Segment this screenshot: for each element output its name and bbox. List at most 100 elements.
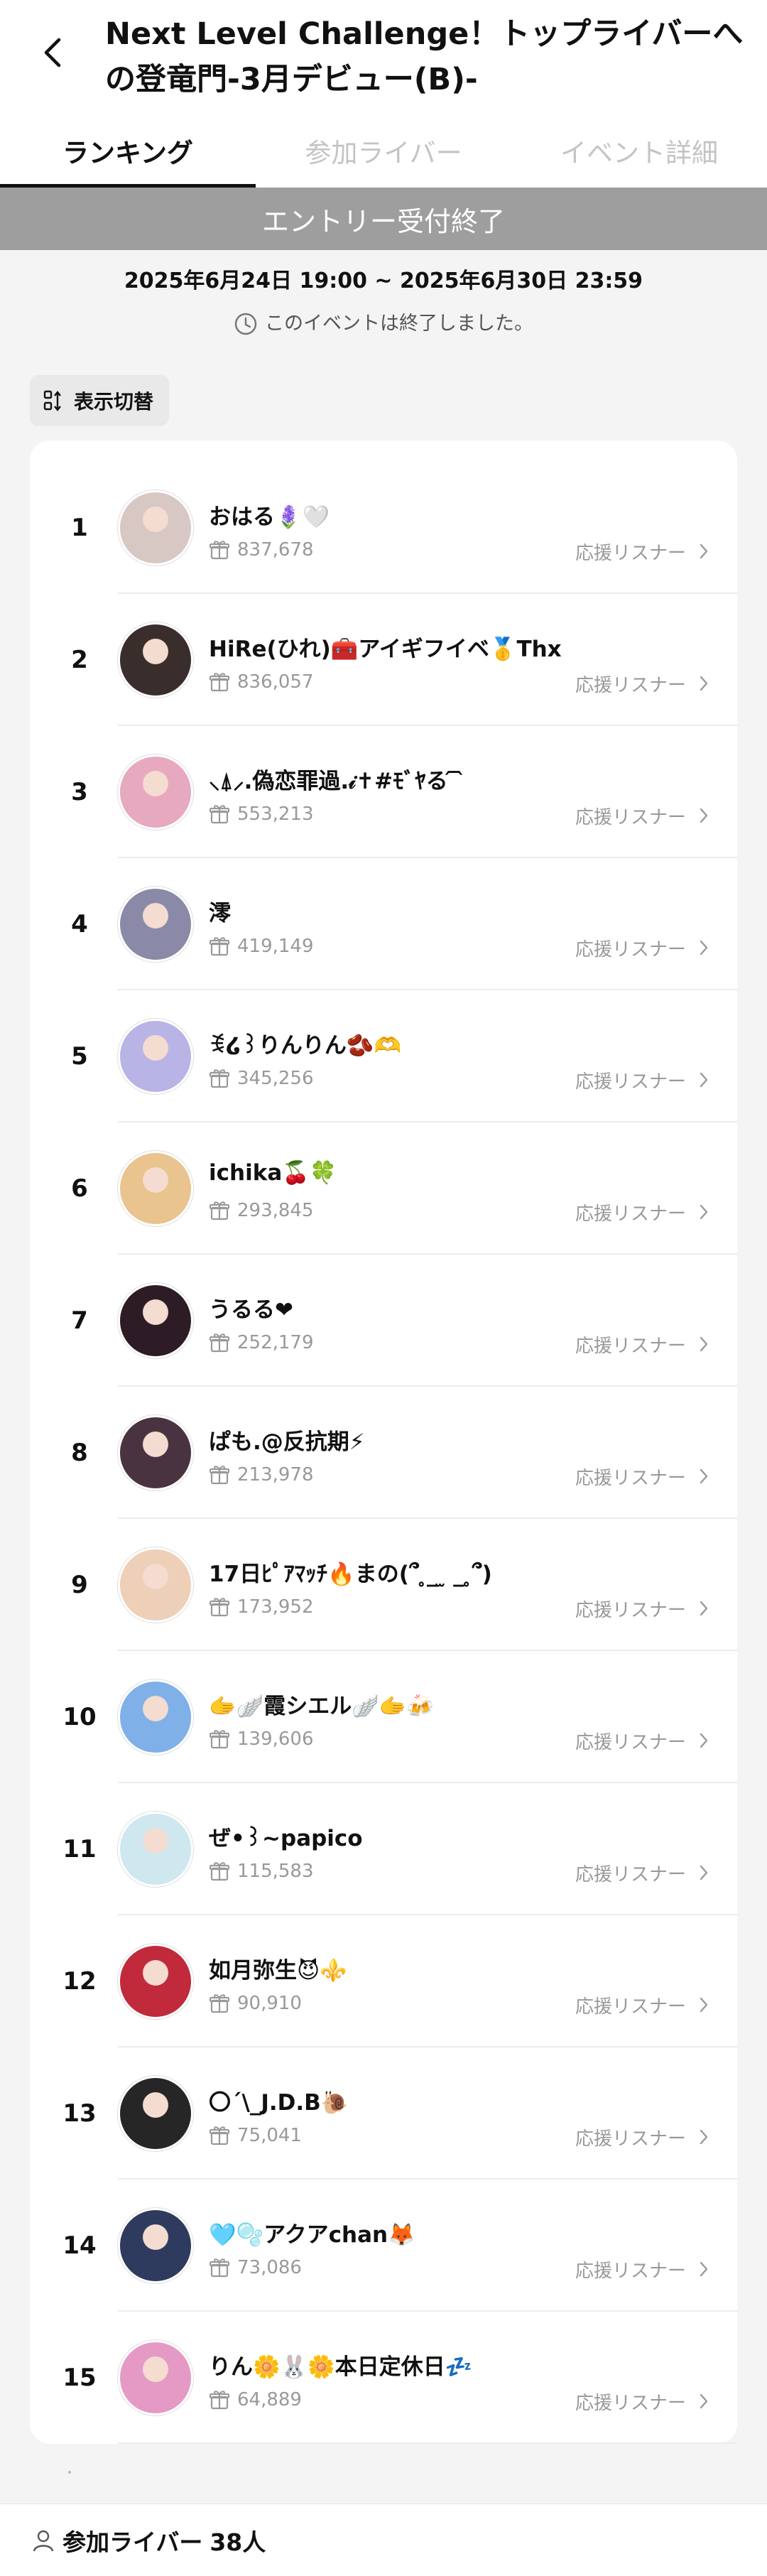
score: 419,149	[209, 933, 314, 959]
avatar[interactable]	[118, 1019, 193, 1094]
gift-icon	[209, 1333, 230, 1353]
avatar[interactable]	[118, 2076, 193, 2151]
liver-name: 如月弥生😈⚜️	[209, 1958, 347, 1984]
supporter-listeners-link[interactable]: 応援リスナー	[575, 1860, 709, 1885]
entry-closed-banner: エントリー受付終了	[0, 188, 767, 250]
supporter-listeners-label: 応援リスナー	[575, 1203, 686, 1225]
rank-number: 2	[71, 646, 88, 674]
supporter-listeners-link[interactable]: 応援リスナー	[575, 2124, 709, 2150]
gift-icon	[209, 1201, 230, 1221]
ranking-row[interactable]: 4 澪 419,149 応援リスナー	[30, 858, 737, 990]
ranking-row[interactable]: 5 ꉂ໒꒱りんりん🫘🫶 345,256 応援リスナー	[30, 990, 737, 1122]
supporter-listeners-link[interactable]: 応援リスナー	[575, 1596, 709, 1621]
supporter-listeners-link[interactable]: 応援リスナー	[575, 1067, 709, 1093]
avatar[interactable]	[118, 1151, 193, 1226]
supporter-listeners-link[interactable]: 応援リスナー	[575, 1992, 709, 2018]
avatar[interactable]	[118, 1944, 193, 2019]
ranking-row[interactable]: 8 ぱも.@反抗期⚡︎ 213,978 応援リスナー	[30, 1387, 737, 1519]
score: 293,845	[209, 1198, 314, 1223]
gift-icon	[209, 937, 230, 956]
gift-icon	[209, 541, 230, 560]
rank-number: 4	[71, 910, 88, 938]
ranking-row[interactable]: 7 うるる❤︎ 252,179 応援リスナー	[30, 1255, 737, 1387]
header: Next Level Challenge！トップライバーへの登竜門-3月デビュー…	[0, 0, 767, 114]
avatar[interactable]	[118, 2340, 193, 2415]
ranking-row[interactable]: 13 〇´\_J.D.B🐌 75,041 応援リスナー	[30, 2047, 737, 2180]
chevron-right-icon	[700, 1072, 708, 1088]
liver-name: 🩵🫧アクアchan🦊	[209, 2222, 415, 2248]
rank-number: 6	[71, 1174, 88, 1203]
rank-number: 1	[71, 514, 88, 542]
display-toggle-label: 表示切替	[74, 390, 154, 413]
avatar[interactable]	[118, 490, 193, 565]
avatar[interactable]	[118, 1679, 193, 1755]
gift-icon	[209, 1069, 230, 1088]
supporter-listeners-link[interactable]: 応援リスナー	[575, 1463, 709, 1489]
avatar[interactable]	[118, 622, 193, 698]
tab-participants[interactable]: 参加ライバー	[256, 114, 511, 188]
supporter-listeners-link[interactable]: 応援リスナー	[575, 671, 709, 696]
gift-icon	[209, 2391, 230, 2410]
gift-icon	[209, 2126, 230, 2145]
avatar[interactable]	[118, 1415, 193, 1490]
supporter-listeners-label: 応援リスナー	[575, 674, 686, 696]
chevron-right-icon	[700, 543, 708, 559]
ranking-row[interactable]: 2 HiRe(ひれ)🧰アイギフイベ🥇Thx 836,057 応援リスナー	[30, 594, 737, 726]
score: 115,583	[209, 1858, 314, 1884]
ranking-row[interactable]: 12 如月弥生😈⚜️ 90,910 応援リスナー	[30, 1915, 737, 2047]
avatar[interactable]	[118, 1283, 193, 1358]
supporter-listeners-link[interactable]: 応援リスナー	[575, 1199, 709, 1225]
avatar[interactable]	[118, 754, 193, 830]
avatar[interactable]	[118, 1547, 193, 1623]
tab-event-details[interactable]: イベント詳細	[511, 114, 767, 188]
ranking-row[interactable]: 14 🩵🫧アクアchan🦊 73,086 応援リスナー	[30, 2180, 737, 2312]
chevron-right-icon	[700, 2393, 708, 2409]
score-value: 73,086	[237, 2257, 302, 2278]
avatar[interactable]	[118, 887, 193, 962]
liver-name: HiRe(ひれ)🧰アイギフイベ🥇Thx	[209, 637, 562, 662]
supporter-listeners-link[interactable]: 応援リスナー	[575, 935, 709, 960]
supporter-listeners-link[interactable]: 応援リスナー	[575, 2256, 709, 2282]
avatar[interactable]	[118, 1812, 193, 1887]
score-value: 115,583	[237, 1861, 314, 1882]
avatar[interactable]	[118, 2208, 193, 2283]
back-button[interactable]	[31, 31, 74, 74]
supporter-listeners-link[interactable]: 応援リスナー	[575, 539, 709, 564]
supporter-listeners-link[interactable]: 応援リスナー	[575, 1728, 709, 1753]
gift-icon	[209, 1994, 230, 2013]
chevron-right-icon	[700, 1865, 708, 1880]
display-toggle-button[interactable]: 表示切替	[30, 375, 170, 426]
score: 73,086	[209, 2255, 302, 2280]
score: 345,256	[209, 1066, 314, 1091]
supporter-listeners-label: 応援リスナー	[575, 1731, 686, 1753]
score-value: 139,606	[237, 1728, 314, 1750]
chevron-right-icon	[700, 1468, 708, 1484]
gift-icon	[209, 1466, 230, 1485]
score-value: 173,952	[237, 1596, 314, 1618]
liver-name: うるる❤︎	[209, 1297, 293, 1323]
score-value: 90,910	[237, 1993, 302, 2014]
score-value: 252,179	[237, 1332, 314, 1353]
tab-ranking[interactable]: ランキング	[0, 114, 256, 188]
ranking-row[interactable]: 3 ⸜⍋⸝.偽恋罪過.𝒾✝︎#ﾓﾞﾔる ᷇ ᷆ 553,213 応援リスナー	[30, 726, 737, 858]
ranking-row[interactable]: 6 ichika🍒🍀 293,845 応援リスナー	[30, 1122, 737, 1255]
gift-icon	[209, 1598, 230, 1617]
supporter-listeners-label: 応援リスナー	[575, 1863, 686, 1885]
banner-text: エントリー受付終了	[261, 205, 505, 237]
liver-name: おはる🪻🤍	[209, 504, 330, 530]
ranking-row[interactable]: 1 おはる🪻🤍 837,678 応援リスナー	[30, 462, 737, 594]
score-value: 75,041	[237, 2125, 302, 2146]
score: 252,179	[209, 1330, 314, 1355]
participant-count-bar[interactable]: 参加ライバー 38人	[0, 2504, 767, 2576]
ranking-row[interactable]: 9 17日ﾋﾟｱﾏｯﾁ🔥まの(՞ ̥_ ̫ _ ̥՞) 173,952 応援リスナー	[30, 1519, 737, 1651]
supporter-listeners-link[interactable]: 応援リスナー	[575, 2388, 709, 2414]
supporter-listeners-link[interactable]: 応援リスナー	[575, 1331, 709, 1357]
supporter-listeners-link[interactable]: 応援リスナー	[575, 803, 709, 828]
ranking-row[interactable]: 11 ぜ•꒱~papico 115,583 応援リスナー	[30, 1783, 737, 1915]
swap-icon	[43, 390, 61, 411]
supporter-listeners-label: 応援リスナー	[575, 1335, 686, 1357]
ranking-row[interactable]: 15 りん🌼🐰🌼本日定休日💤 64,889 応援リスナー	[30, 2312, 737, 2444]
ranking-row[interactable]: 10 🫱🪽霞シエル🪽🫱🍻 139,606 応援リスナー	[30, 1651, 737, 1783]
row-divider	[118, 2442, 737, 2444]
score: 139,606	[209, 1726, 314, 1752]
